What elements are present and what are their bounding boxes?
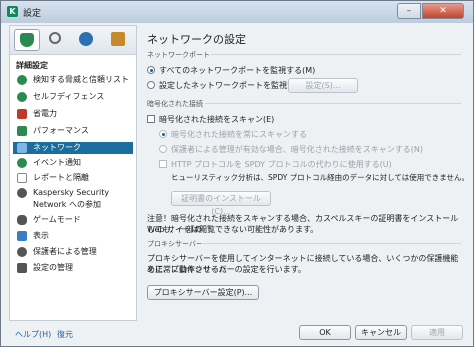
- settings-window: K 設定 – ✕ 詳細設定 検知する脅威と信頼リスト セルフディフェンス 省電力…: [0, 0, 474, 347]
- radio-selected-icon: [147, 66, 155, 74]
- warning-line-2: Web サイトは閲覧できない可能性があります。: [147, 225, 319, 234]
- sidebar-item-label: 表示: [33, 231, 49, 240]
- sidebar-item-label: ゲームモード: [33, 215, 81, 224]
- sidebar-item-label-line2: Network への参加: [33, 200, 101, 209]
- network-settings-panel: ネットワークの設定 ネットワークポート すべてのネットワークポートを監視する(M…: [143, 25, 469, 321]
- sidebar-item-label: 保護者による管理: [33, 247, 97, 256]
- ksn-icon: [17, 188, 27, 198]
- spdy-checkbox[interactable]: HTTP プロトコルを SPDY プロトコルの代わりに使用する(U): [159, 159, 392, 170]
- network-icon: [17, 143, 27, 153]
- sidebar-item-label: 検知する脅威と信頼リスト: [33, 75, 129, 84]
- sidebar-item-parental[interactable]: 保護者による管理: [13, 246, 133, 258]
- radio-selected-icon: [159, 130, 167, 138]
- kaspersky-icon: K: [7, 6, 18, 17]
- help-link[interactable]: ヘルプ(H): [15, 329, 51, 340]
- sidebar-item-notifications[interactable]: イベント通知: [13, 157, 133, 169]
- spdy-label: HTTP プロトコルを SPDY プロトコルの代わりに使用する(U): [171, 160, 392, 169]
- sidebar-item-manage-settings[interactable]: 設定の管理: [13, 262, 133, 274]
- cancel-button[interactable]: キャンセル: [355, 325, 407, 340]
- scan-encrypted-checkbox[interactable]: 暗号化された接続をスキャン(E): [147, 114, 274, 125]
- page-title: ネットワークの設定: [147, 33, 246, 46]
- apply-button[interactable]: 適用: [411, 325, 463, 340]
- radio-icon: [159, 145, 167, 153]
- manage-settings-icon: [17, 263, 27, 273]
- minimize-button[interactable]: –: [397, 3, 421, 19]
- sidebar-item-reports[interactable]: レポートと隔離: [13, 172, 133, 184]
- all-ports-label: すべてのネットワークポートを監視する(M): [159, 66, 316, 75]
- parental-scan-label: 保護者による管理が有効な場合、暗号化された接続をスキャンする(N): [171, 145, 423, 154]
- gamepad-icon: [17, 215, 27, 225]
- close-button[interactable]: ✕: [422, 3, 464, 19]
- proxy-line-2: めに、プロキシサーバーの設定を行います。: [147, 265, 306, 274]
- spdy-note: ヒューリスティック分析は、SPDY プロトコル経由のデータに対しては使用できませ…: [171, 173, 470, 182]
- sidebar-item-ksn[interactable]: Kaspersky Security Network への参加: [13, 187, 133, 211]
- proxy-settings-button[interactable]: プロキシサーバー設定(P)...: [147, 285, 259, 300]
- display-icon: [17, 231, 27, 241]
- install-certificate-button[interactable]: 証明書のインストール(C)...: [171, 191, 271, 216]
- sidebar-item-display[interactable]: 表示: [13, 230, 133, 242]
- title-bar: K 設定 – ✕: [1, 1, 473, 23]
- parental-icon: [17, 247, 27, 257]
- sidebar-item-performance[interactable]: パフォーマンス: [13, 125, 133, 137]
- radio-icon: [147, 81, 155, 89]
- category-toolbar: [10, 26, 136, 55]
- sidebar: 詳細設定 検知する脅威と信頼リスト セルフディフェンス 省電力 パフォーマンス …: [9, 25, 137, 321]
- advanced-settings-heading: 詳細設定: [16, 61, 48, 70]
- always-scan-label: 暗号化された接続を常にスキャンする: [171, 130, 307, 139]
- protection-tab[interactable]: [14, 29, 40, 51]
- ports-settings-button[interactable]: 設定(S)...: [288, 78, 358, 93]
- performance-icon: [17, 126, 27, 136]
- proxy-group-label: プロキシサーバー: [147, 240, 203, 248]
- sidebar-item-label: セルフディフェンス: [33, 92, 105, 101]
- scan-tab[interactable]: [44, 29, 70, 51]
- threats-icon: [17, 75, 27, 85]
- restore-link[interactable]: 復元: [57, 329, 73, 340]
- self-defense-icon: [17, 92, 27, 102]
- sidebar-item-label: 設定の管理: [33, 263, 73, 272]
- scan-icon: [49, 32, 61, 44]
- update-icon: [79, 32, 93, 46]
- sidebar-item-power-saving[interactable]: 省電力: [13, 108, 133, 120]
- ok-button[interactable]: OK: [299, 325, 351, 340]
- update-tab[interactable]: [74, 29, 100, 51]
- divider: [205, 103, 461, 104]
- sidebar-item-self-defense[interactable]: セルフディフェンス: [13, 91, 133, 103]
- selected-ports-label: 設定したネットワークポートを監視する: [159, 81, 303, 90]
- window-title: 設定: [23, 9, 42, 19]
- all-ports-radio[interactable]: すべてのネットワークポートを監視する(M): [147, 65, 315, 76]
- sidebar-item-label: レポートと隔離: [33, 173, 89, 182]
- sidebar-item-threats[interactable]: 検知する脅威と信頼リスト: [13, 74, 133, 86]
- sidebar-item-label: ネットワーク: [33, 143, 81, 152]
- protection-icon: [20, 33, 34, 47]
- checkbox-icon: [159, 160, 167, 168]
- sidebar-item-label: Kaspersky Security: [33, 188, 110, 197]
- sidebar-item-network[interactable]: ネットワーク: [13, 142, 133, 154]
- sidebar-item-label: 省電力: [33, 109, 57, 118]
- divider: [211, 54, 461, 55]
- sidebar-item-game-mode[interactable]: ゲームモード: [13, 214, 133, 226]
- report-icon: [17, 173, 27, 183]
- sidebar-item-label: イベント通知: [33, 158, 81, 167]
- ports-group-label: ネットワークポート: [147, 51, 210, 59]
- selected-ports-radio[interactable]: 設定したネットワークポートを監視する: [147, 80, 303, 91]
- divider: [201, 243, 461, 244]
- always-scan-radio[interactable]: 暗号化された接続を常にスキャンする: [159, 129, 307, 140]
- parental-scan-radio[interactable]: 保護者による管理が有効な場合、暗号化された接続をスキャンする(N): [159, 144, 423, 155]
- checkbox-icon: [147, 115, 155, 123]
- footer-bar: ヘルプ(H) 復元 OK キャンセル 適用: [1, 321, 473, 346]
- notification-icon: [17, 158, 27, 168]
- battery-icon: [17, 109, 27, 119]
- tools-tab[interactable]: [106, 29, 132, 51]
- tools-icon: [111, 32, 125, 46]
- scan-encrypted-label: 暗号化された接続をスキャン(E): [159, 115, 275, 124]
- sidebar-item-label: パフォーマンス: [33, 126, 89, 135]
- encrypted-group-label: 暗号化された接続: [147, 100, 203, 108]
